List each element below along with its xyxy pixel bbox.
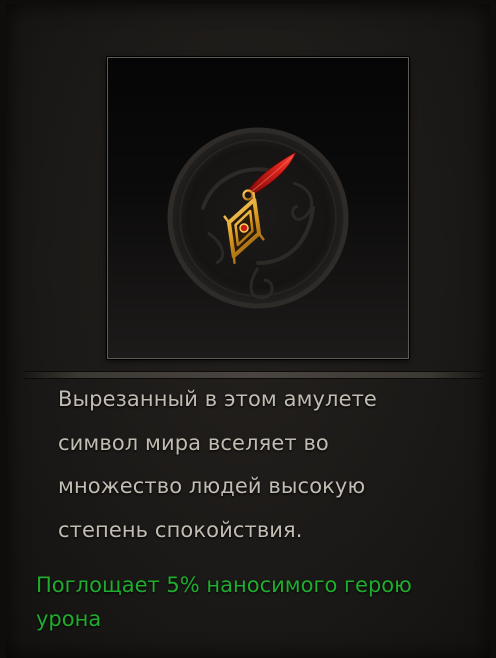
amulet-icon: [167, 127, 349, 309]
item-description: Вырезанный в этом амулете символ мира вс…: [58, 387, 377, 542]
item-portrait: [107, 57, 409, 359]
item-bonus-stat: Поглощает 5% наносимого герою урона: [36, 573, 412, 631]
item-tooltip-panel: Вырезанный в этом амулете символ мира вс…: [0, 0, 496, 658]
